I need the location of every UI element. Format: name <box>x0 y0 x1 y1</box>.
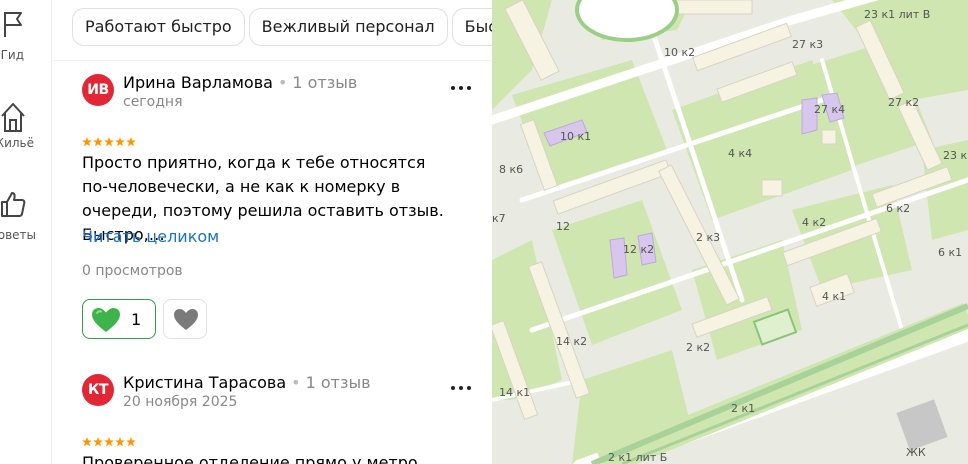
review-date: 20 ноября 2025 <box>123 394 238 410</box>
star-icon <box>104 437 114 447</box>
star-icon <box>82 437 92 447</box>
house-icon <box>1 103 25 132</box>
avatar[interactable]: КТ <box>82 374 114 406</box>
map-canvas[interactable]: 23 к1 лит В 10 к2 27 к3 27 к4 27 к2 10 к… <box>492 0 968 464</box>
dot-icon <box>459 386 463 390</box>
views-count: 0 просмотров <box>82 263 183 279</box>
map-label: ЖК <box>906 446 926 459</box>
nav-label-guide: Гид <box>0 48 24 62</box>
dot-icon <box>451 386 455 390</box>
review-author-line: Кристина Тарасова • 1 отзыв <box>123 373 371 392</box>
gray-heart-icon <box>174 309 198 330</box>
map-label: 4 к4 <box>728 147 752 160</box>
like-count: 1 <box>131 310 142 329</box>
thumb-up-icon <box>1 192 26 217</box>
map-label: 12 к2 <box>623 243 654 256</box>
more-options-button[interactable] <box>450 378 472 398</box>
map-label: к7 <box>492 212 506 225</box>
map-label: 10 к2 <box>664 46 695 59</box>
map-label: 6 к1 <box>938 246 962 259</box>
map-label: 14 к2 <box>556 335 587 348</box>
like-button[interactable]: 1 <box>82 299 156 339</box>
dot-icon <box>467 386 471 390</box>
map-label: 14 к1 <box>499 386 530 399</box>
dot-icon <box>459 86 463 90</box>
star-icon <box>104 137 114 147</box>
map-label: 2 к3 <box>696 231 720 244</box>
filter-chip-polite-staff[interactable]: Вежливый персонал <box>248 8 448 46</box>
nav-label-tips: Советы <box>0 228 36 242</box>
separator-dot: • <box>277 73 288 92</box>
nav-label-housing: Жильё <box>0 136 34 150</box>
dislike-button[interactable] <box>163 299 207 339</box>
map-label: 10 к1 <box>560 130 591 143</box>
green-heart-icon <box>92 308 120 332</box>
map-label: 23 к1 лит В <box>864 8 930 21</box>
read-more-link[interactable]: Читать целиком <box>82 227 219 246</box>
map-label: 2 к2 <box>686 341 710 354</box>
nav-item-tips[interactable]: Советы <box>0 180 52 250</box>
review-card: КТ Кристина Тарасова • 1 отзыв 20 ноября 2… <box>82 373 472 464</box>
divider <box>52 60 492 61</box>
star-icon <box>126 437 136 447</box>
star-icon <box>93 137 103 147</box>
nav-rail: Гид Жильё Советы <box>0 0 52 464</box>
map-label: 27 к3 <box>792 38 823 51</box>
review-author-line: Ирина Варламова • 1 отзыв <box>123 73 357 92</box>
map-label: 23 к <box>943 149 967 162</box>
review-card: ИВ Ирина Варламова • 1 отзыв сегодня Прост… <box>82 73 472 354</box>
map-view[interactable]: 23 к1 лит В 10 к2 27 к3 27 к4 27 к2 10 к… <box>492 0 968 464</box>
author-review-count: 1 отзыв <box>305 373 371 392</box>
nav-item-housing[interactable]: Жильё <box>0 90 52 160</box>
reviews-panel: Работают быстроВежливый персоналБыстр ИВ… <box>52 0 492 464</box>
map-label: 8 к6 <box>499 163 523 176</box>
parking-lot <box>896 399 948 451</box>
author-name[interactable]: Ирина Варламова <box>123 73 273 92</box>
filter-chips: Работают быстроВежливый персоналБыстр <box>72 8 492 46</box>
stadium <box>575 0 679 42</box>
star-icon <box>82 137 92 147</box>
star-icon <box>93 437 103 447</box>
nav-item-guide[interactable]: Гид <box>0 0 52 70</box>
flag-icon <box>4 12 22 37</box>
filter-chip-fast[interactable]: Работают быстро <box>72 8 245 46</box>
rating-stars <box>82 432 137 447</box>
map-label: 2 к1 <box>731 402 755 415</box>
review-date: сегодня <box>123 94 183 110</box>
separator-dot: • <box>291 373 301 392</box>
map-label: 2 к1 лит Б <box>608 451 667 464</box>
avatar[interactable]: ИВ <box>82 74 114 106</box>
rating-stars <box>82 132 137 147</box>
author-review-count: 1 отзыв <box>292 73 358 92</box>
star-icon <box>115 437 125 447</box>
map-label: 6 к2 <box>886 202 910 215</box>
map-label: 27 к2 <box>888 96 919 109</box>
map-label: 12 <box>556 220 570 233</box>
star-icon <box>126 137 136 147</box>
review-text: Проверенное отделение прямо у метро <box>82 453 418 464</box>
map-label: 4 к1 <box>822 290 846 303</box>
star-icon <box>115 137 125 147</box>
more-options-button[interactable] <box>450 78 472 98</box>
author-name[interactable]: Кристина Тарасова <box>123 373 286 392</box>
dot-icon <box>451 86 455 90</box>
map-label: 27 к4 <box>814 103 845 116</box>
dot-icon <box>467 86 471 90</box>
filter-chip-fast-2[interactable]: Быстр <box>451 8 492 46</box>
map-label: 4 к2 <box>802 216 826 229</box>
